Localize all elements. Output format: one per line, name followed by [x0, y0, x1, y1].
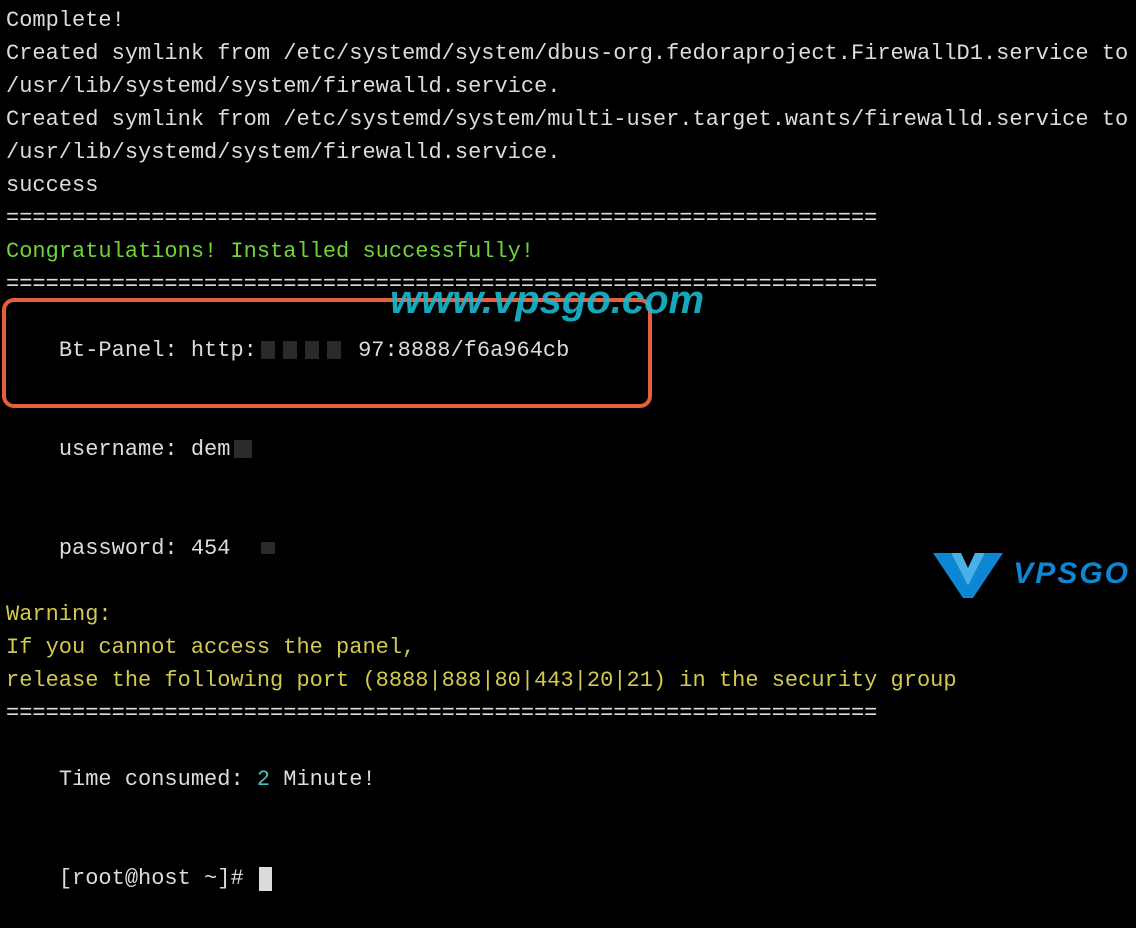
redacted-block [261, 341, 275, 359]
success-message: Congratulations! Installed successfully! [6, 235, 1130, 268]
logo-brand-text: VPSGO [1013, 551, 1130, 596]
redacted-block [283, 341, 297, 359]
divider: ========================================… [6, 697, 1130, 730]
time-consumed-line: Time consumed: 2 Minute! [6, 730, 1130, 829]
panel-suffix: 97:8888/f6a964cb [358, 338, 569, 363]
cursor [259, 867, 272, 891]
time-value: 2 [257, 767, 270, 792]
logo-v-icon [933, 548, 1003, 598]
panel-label: Bt-Panel: http: [59, 338, 257, 363]
warning-line: If you cannot access the panel, [6, 631, 1130, 664]
time-suffix: Minute! [270, 767, 376, 792]
prompt-line[interactable]: [root@host ~]# [6, 829, 1130, 928]
password-label: password: 454 [59, 536, 231, 561]
divider: ========================================… [6, 202, 1130, 235]
redacted-block [234, 440, 252, 458]
redacted-block [327, 341, 341, 359]
terminal-output: Complete! Created symlink from /etc/syst… [6, 4, 1130, 928]
shell-prompt: [root@host ~]# [59, 866, 257, 891]
output-line: Complete! [6, 4, 1130, 37]
redacted-block [261, 542, 275, 554]
divider: ========================================… [6, 268, 1130, 301]
output-line: Created symlink from /etc/systemd/system… [6, 103, 1130, 169]
panel-url-line: Bt-Panel: http: 97:8888/f6a964cb [6, 301, 1130, 400]
redacted-block [305, 341, 319, 359]
output-line: Created symlink from /etc/systemd/system… [6, 37, 1130, 103]
warning-line: release the following port (8888|888|80|… [6, 664, 1130, 697]
output-line: success [6, 169, 1130, 202]
logo: VPSGO [933, 548, 1130, 598]
username-line: username: dem [6, 400, 1130, 499]
username-label: username: dem [59, 437, 231, 462]
warning-title: Warning: [6, 598, 1130, 631]
time-prefix: Time consumed: [59, 767, 257, 792]
